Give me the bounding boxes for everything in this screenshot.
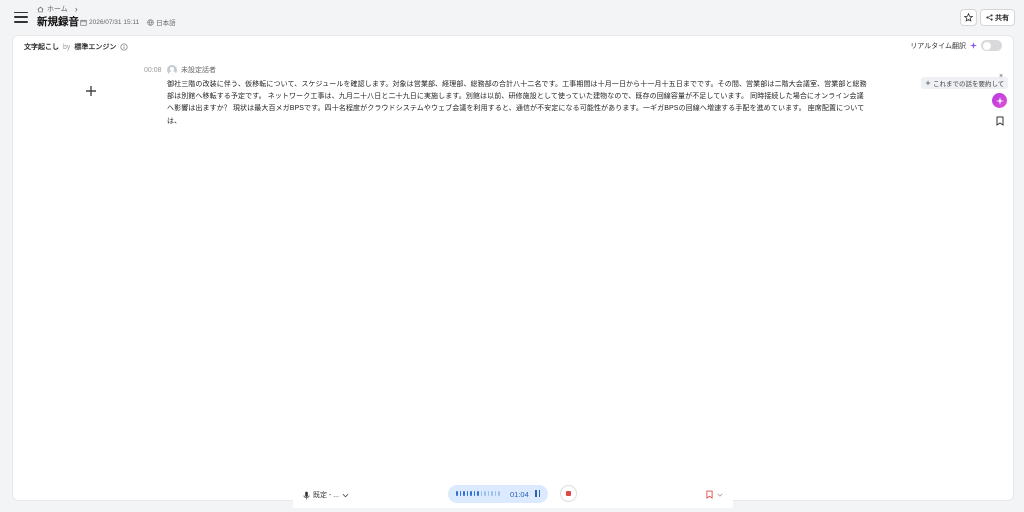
recording-date: 2026/07/31 15:11 (89, 18, 140, 26)
share-button[interactable]: 共有 (980, 9, 1015, 26)
avatar (167, 65, 177, 75)
bookmark-icon (996, 116, 1003, 126)
bookmark-menu[interactable] (706, 490, 723, 499)
breadcrumb-home[interactable]: ホーム (47, 4, 68, 14)
segment-timestamp[interactable]: 00:08 (144, 67, 162, 74)
speaker-label[interactable]: 未設定話者 (167, 65, 216, 75)
recording-language: 日本語 (156, 20, 176, 27)
sparkle-icon (925, 80, 931, 86)
calendar-icon (80, 19, 87, 26)
pause-button[interactable] (535, 490, 542, 498)
home-icon (37, 6, 44, 12)
microphone-select[interactable]: 既定 - ... (303, 490, 349, 500)
breadcrumb[interactable]: ホーム › (37, 4, 78, 14)
info-icon[interactable] (120, 43, 128, 51)
chevron-down-icon (342, 493, 349, 497)
by-label: by (63, 43, 71, 51)
realtime-translation-label: リアルタイム翻訳 (910, 42, 966, 50)
stop-icon (566, 491, 571, 496)
summary-tooltip[interactable]: これまでの話を要約して (921, 77, 1009, 89)
realtime-translation-toggle[interactable] (981, 40, 1002, 51)
audio-waveform (456, 491, 500, 496)
microphone-icon (303, 491, 310, 499)
engine-name[interactable]: 標準エンジン (74, 42, 116, 52)
microphone-label: 既定 - ... (313, 492, 340, 499)
share-label: 共有 (995, 14, 1009, 22)
transcript-text: 御社三階の改装に伴う、仮移転について、スケジュールを確認します。対象は営業部、経… (167, 81, 867, 125)
top-bar: ホーム › 新規録音 2026/07/31 15:11 日本語 共有 (0, 0, 1024, 34)
transcription-header: 文字起こし by 標準エンジン (24, 42, 128, 52)
menu-icon[interactable] (14, 10, 28, 24)
recording-meta: 2026/07/31 15:11 日本語 (80, 17, 176, 27)
recording-toolbar: 既定 - ... 01:04 (293, 482, 733, 508)
speaker-name[interactable]: 未設定話者 (181, 65, 216, 75)
recording-time: 01:04 (510, 490, 529, 499)
favorite-button[interactable] (960, 9, 977, 26)
close-icon[interactable]: × (999, 73, 1003, 80)
share-icon (986, 14, 993, 21)
sparkle-icon (995, 96, 1004, 105)
chevron-down-icon (717, 493, 723, 497)
realtime-translation: リアルタイム翻訳 (910, 40, 1002, 51)
page-title: 新規録音 (37, 16, 79, 28)
chevron-right-icon: › (74, 4, 78, 14)
bookmark-icon (706, 490, 713, 499)
bookmark-button[interactable] (994, 115, 1005, 127)
transcription-label: 文字起こし (24, 44, 59, 51)
stop-button[interactable] (560, 485, 577, 502)
ai-assistant-button[interactable] (992, 93, 1007, 108)
globe-icon (147, 18, 154, 26)
sparkle-icon (970, 42, 977, 49)
summary-tooltip-text: これまでの話を要約して (933, 81, 1005, 88)
add-icon[interactable] (85, 85, 97, 97)
star-icon (964, 13, 973, 22)
recording-indicator: 01:04 (448, 485, 548, 503)
transcript-panel: 文字起こし by 標準エンジン リアルタイム翻訳 00:08 未設定話者 御社三… (12, 35, 1014, 501)
